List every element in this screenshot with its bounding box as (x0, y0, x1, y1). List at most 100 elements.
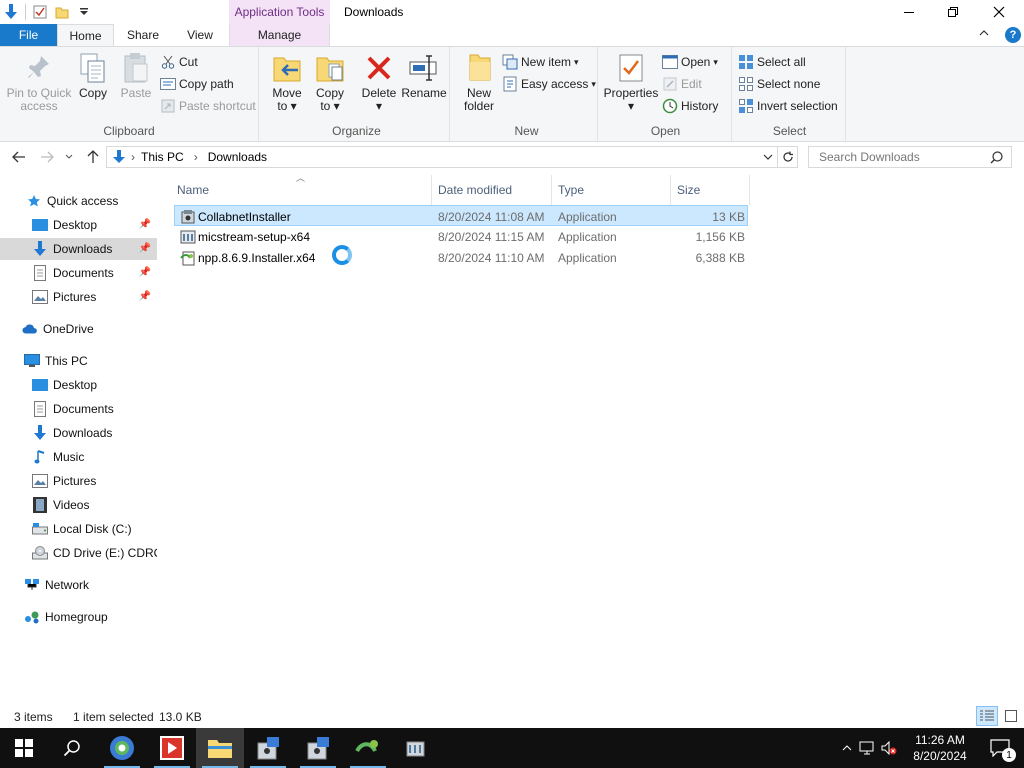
select-all-button[interactable]: Select all (738, 52, 806, 72)
nav-quick-access[interactable]: Quick access (0, 190, 157, 212)
taskbar-app-browser[interactable] (98, 728, 146, 768)
nav-network[interactable]: Network (0, 574, 157, 596)
column-header-name[interactable]: Name (172, 175, 432, 205)
tab-home[interactable]: Home (57, 24, 114, 46)
taskbar-app-file-explorer[interactable] (196, 728, 244, 768)
column-header-size[interactable]: Size (672, 175, 750, 205)
copy-to-button[interactable]: Copy to ▾ (312, 52, 348, 113)
nav-qa-documents[interactable]: Documents 📌 (0, 262, 157, 284)
nav-pc-cd-drive[interactable]: CD Drive (E:) CDROM (0, 542, 157, 564)
customize-toolbar-chevron-icon[interactable] (73, 1, 95, 23)
breadcrumb-downloads[interactable]: Downloads (208, 150, 267, 164)
up-button[interactable] (83, 147, 103, 167)
file-date: 8/20/2024 11:10 AM (438, 250, 545, 265)
edit-button[interactable]: Edit (662, 74, 702, 94)
nav-qa-desktop[interactable]: Desktop 📌 (0, 214, 157, 236)
taskbar-app-installer-1[interactable] (244, 728, 292, 768)
cut-button[interactable]: Cut (160, 52, 198, 72)
open-group-label: Open (650, 124, 681, 138)
forward-button[interactable] (37, 147, 57, 167)
address-history-dropdown[interactable] (763, 151, 773, 165)
tab-view[interactable]: View (172, 24, 228, 46)
properties-dropdown-icon: ▾ (627, 99, 635, 113)
nav-pc-documents[interactable]: Documents (0, 398, 157, 420)
tab-file[interactable]: File (0, 24, 57, 46)
search-button[interactable] (48, 728, 96, 768)
properties-button[interactable]: Properties ▾ (603, 52, 659, 113)
refresh-button[interactable] (777, 147, 797, 167)
restore-button[interactable] (930, 0, 976, 24)
properties-check-icon (615, 52, 647, 84)
taskbar-app-installer-2[interactable] (294, 728, 342, 768)
new-folder-button[interactable]: New folder (460, 52, 498, 113)
taskbar-app-media[interactable] (148, 728, 196, 768)
show-hidden-icons-button[interactable] (838, 745, 856, 751)
minimize-button[interactable] (886, 0, 932, 24)
action-center-button[interactable]: 1 (976, 728, 1024, 768)
tab-manage[interactable]: Manage (229, 24, 330, 46)
help-icon[interactable]: ? (1005, 27, 1021, 43)
taskbar-app-notepad-plus-plus[interactable] (344, 728, 392, 768)
nav-pc-pictures[interactable]: Pictures (0, 470, 157, 492)
invert-selection-button[interactable]: Invert selection (738, 96, 838, 116)
rename-button[interactable]: Rename (401, 52, 447, 100)
nav-this-pc[interactable]: This PC (0, 350, 157, 372)
clock-time: 11:26 AM (915, 733, 965, 747)
file-row[interactable]: CollabnetInstaller 8/20/2024 11:08 AM Ap… (174, 205, 748, 226)
new-item-button[interactable]: New item ▾ (502, 52, 579, 72)
move-to-button[interactable]: Move to ▾ (269, 52, 305, 113)
move-to-folder-icon (271, 52, 303, 84)
nav-pc-music[interactable]: Music (0, 446, 157, 468)
taskbar-app-setup[interactable] (392, 728, 440, 768)
pin-to-quick-access-button[interactable]: Pin to Quick access (6, 52, 72, 113)
downloads-folder-icon[interactable] (0, 1, 22, 23)
nav-pc-local-disk[interactable]: Local Disk (C:) (0, 518, 157, 540)
search-icon (63, 740, 80, 757)
nav-onedrive[interactable]: OneDrive (0, 318, 157, 340)
easy-access-button[interactable]: Easy access ▾ (502, 74, 596, 94)
address-bar[interactable]: › This PC › Downloads (106, 146, 798, 168)
history-button[interactable]: History (662, 96, 718, 116)
nav-qa-downloads[interactable]: Downloads 📌 (0, 238, 157, 260)
move-to-label-line2: to ▾ (277, 99, 297, 113)
column-header-date-modified[interactable]: Date modified (433, 175, 552, 205)
network-status-icon[interactable] (856, 741, 878, 755)
nav-pc-desktop[interactable]: Desktop (0, 374, 157, 396)
large-icons-view-button[interactable] (1000, 706, 1022, 726)
column-header-type[interactable]: Type (553, 175, 671, 205)
rename-icon (408, 52, 440, 84)
select-none-button[interactable]: Select none (738, 74, 820, 94)
search-input[interactable]: Search Downloads (808, 146, 1012, 168)
invert-selection-icon (738, 98, 754, 114)
nav-pc-downloads[interactable]: Downloads (0, 422, 157, 444)
tab-share[interactable]: Share (114, 24, 172, 46)
setup-icon (406, 741, 425, 757)
nav-qa-documents-label: Documents (53, 266, 114, 280)
nav-homegroup[interactable]: Homegroup (0, 606, 157, 628)
back-button[interactable] (9, 147, 29, 167)
file-size: 6,388 KB (695, 250, 745, 265)
start-button[interactable] (0, 728, 48, 768)
breadcrumb-this-pc[interactable]: This PC (141, 150, 184, 164)
paste-shortcut-button[interactable]: Paste shortcut (160, 96, 256, 116)
file-row[interactable]: micstream-setup-x64 8/20/2024 11:15 AM A… (174, 226, 748, 247)
copy-path-button[interactable]: Copy path (160, 74, 234, 94)
installer-app-icon (180, 226, 200, 247)
pinned-icon: 📌 (138, 267, 151, 278)
delete-button[interactable]: Delete ▾ (359, 52, 399, 113)
recent-locations-button[interactable] (62, 147, 76, 167)
expand-ribbon-button[interactable] (978, 27, 994, 43)
volume-muted-icon[interactable] (878, 741, 900, 755)
new-folder-icon[interactable] (51, 1, 73, 23)
desktop-icon (32, 377, 48, 393)
open-button[interactable]: Open ▾ (662, 52, 718, 72)
taskbar-clock[interactable]: 11:26 AM 8/20/2024 (905, 732, 975, 764)
close-button[interactable] (976, 0, 1022, 24)
paste-button[interactable]: Paste (118, 52, 154, 100)
nav-pc-videos[interactable]: Videos (0, 494, 157, 516)
copy-button[interactable]: Copy (76, 52, 110, 100)
details-view-button[interactable] (976, 706, 998, 726)
properties-icon[interactable] (29, 1, 51, 23)
nav-qa-pictures[interactable]: Pictures 📌 (0, 286, 157, 308)
file-row[interactable]: npp.8.6.9.Installer.x64 8/20/2024 11:10 … (174, 247, 748, 268)
